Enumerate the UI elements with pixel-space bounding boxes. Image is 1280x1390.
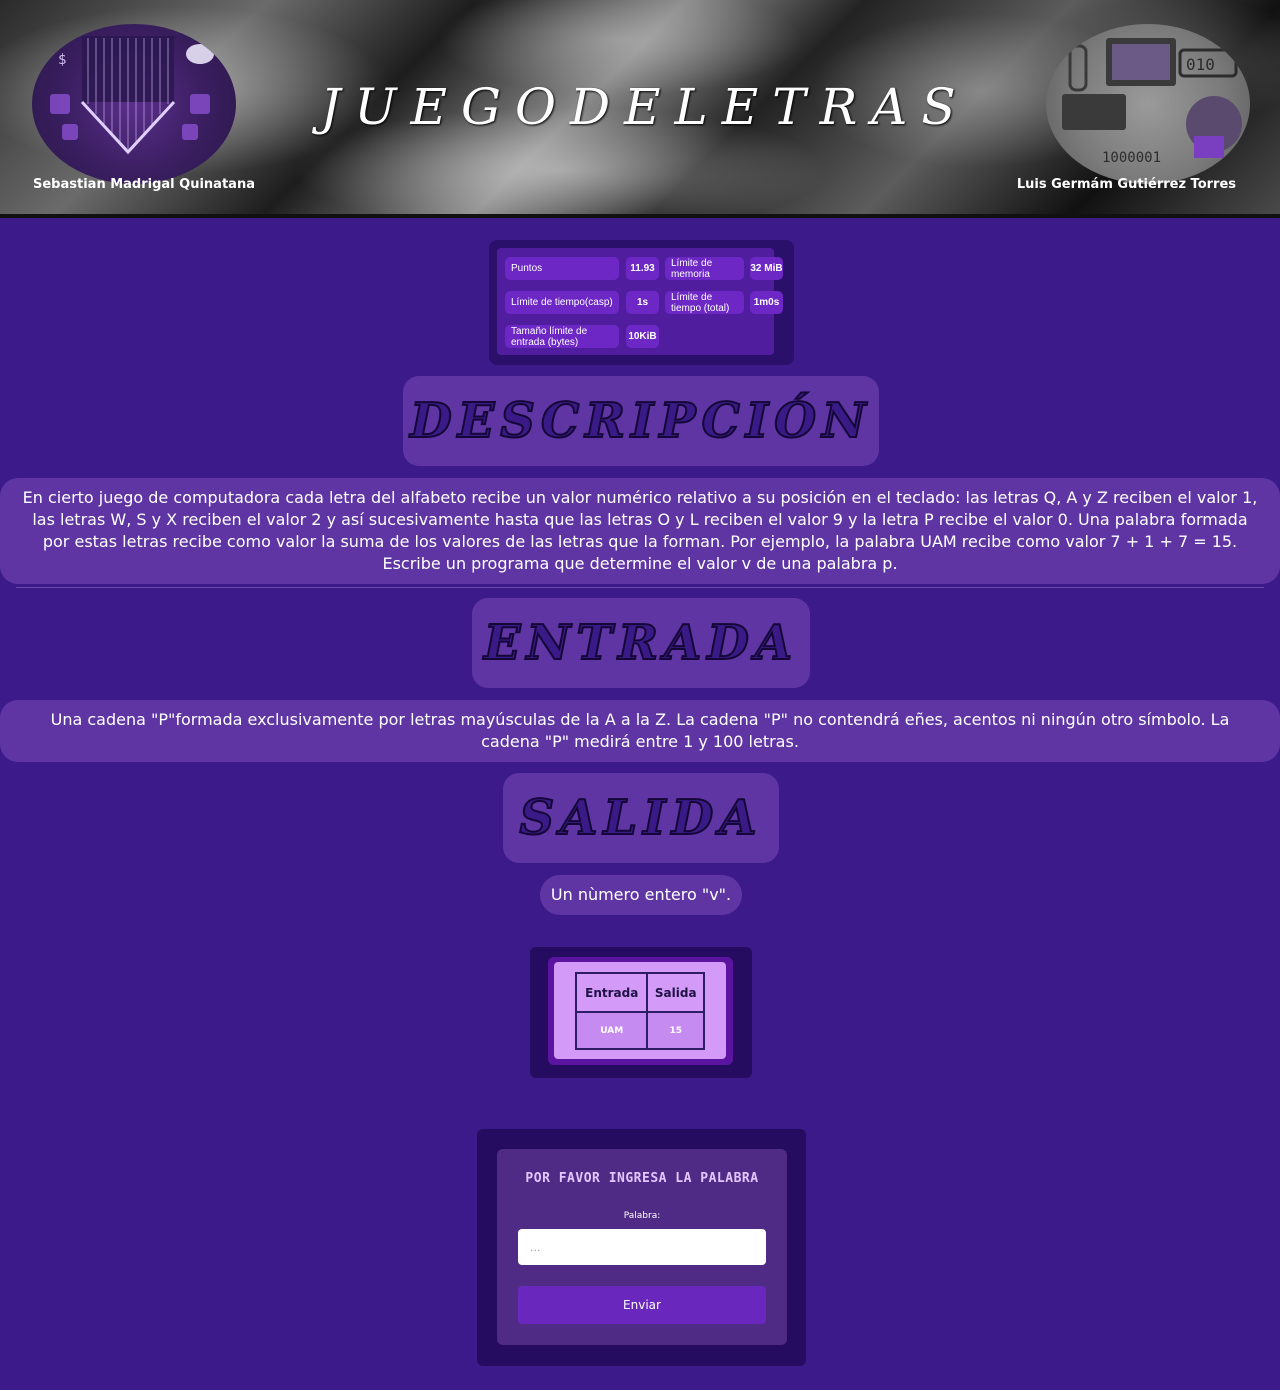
input-size-value: 10KiB <box>626 325 659 348</box>
points-value: 11.93 <box>626 257 659 280</box>
example-cell-output: 15 <box>646 1011 705 1050</box>
page-header: $ JUEGODELETRAS 010 1000001 Sebastian Ma… <box>0 0 1280 218</box>
limits-panel: Puntos 11.93 Límite de memoria 32 MiB Lí… <box>489 240 794 365</box>
author-left: Sebastian Madrigal Quinatana <box>33 177 255 192</box>
input-text: Una cadena "P"formada exclusivamente por… <box>0 700 1280 762</box>
right-logo-image: 010 1000001 <box>1046 24 1250 184</box>
example-frame: Entrada Salida UAM 15 <box>548 957 733 1065</box>
word-field-label: Palabra: <box>623 1211 661 1221</box>
example-table-wrapper: Entrada Salida UAM 15 <box>554 962 726 1059</box>
computer-circuit-icon: 010 1000001 <box>1062 38 1242 166</box>
input-size-label: Tamaño límite de entrada (bytes) <box>505 325 619 348</box>
example-header-output: Salida <box>646 971 705 1014</box>
memory-limit-value: 32 MiB <box>750 257 783 280</box>
word-input[interactable] <box>518 1229 766 1265</box>
svg-text:010: 010 <box>1186 55 1215 74</box>
memory-limit-label: Límite de memoria <box>665 257 744 280</box>
time-limit-case-label: Límite de tiempo(casp) <box>505 291 619 314</box>
description-heading: DESCRIPCIÓN <box>403 376 879 466</box>
svg-text:1000001: 1000001 <box>1102 150 1161 166</box>
time-limit-total-label: Límite de tiempo (total) <box>665 291 744 314</box>
word-form: POR FAVOR INGRESA LA PALABRA Palabra: En… <box>497 1149 787 1345</box>
time-limit-case-value: 1s <box>626 291 659 314</box>
example-table: Entrada Salida UAM 15 <box>574 971 705 1050</box>
time-limit-total-value: 1m0s <box>750 291 783 314</box>
example-panel: Entrada Salida UAM 15 <box>530 947 752 1078</box>
section-divider <box>16 587 1264 588</box>
form-title: POR FAVOR INGRESA LA PALABRA <box>525 1171 759 1186</box>
svg-text:$: $ <box>58 52 66 68</box>
points-label: Puntos <box>505 257 619 280</box>
output-heading: SALIDA <box>503 773 779 863</box>
submit-button[interactable]: Enviar <box>518 1286 766 1324</box>
form-panel: POR FAVOR INGRESA LA PALABRA Palabra: En… <box>477 1129 806 1366</box>
description-text: En cierto juego de computadora cada letr… <box>0 478 1280 584</box>
input-heading: ENTRADA <box>472 598 810 688</box>
limits-grid: Puntos 11.93 Límite de memoria 32 MiB Lí… <box>497 248 783 355</box>
output-text: Un nùmero entero "v". <box>540 875 742 915</box>
author-right: Luis Germám Gutiérrez Torres <box>1016 177 1236 192</box>
example-header-input: Entrada <box>574 971 649 1014</box>
example-cell-input: UAM <box>574 1011 649 1050</box>
